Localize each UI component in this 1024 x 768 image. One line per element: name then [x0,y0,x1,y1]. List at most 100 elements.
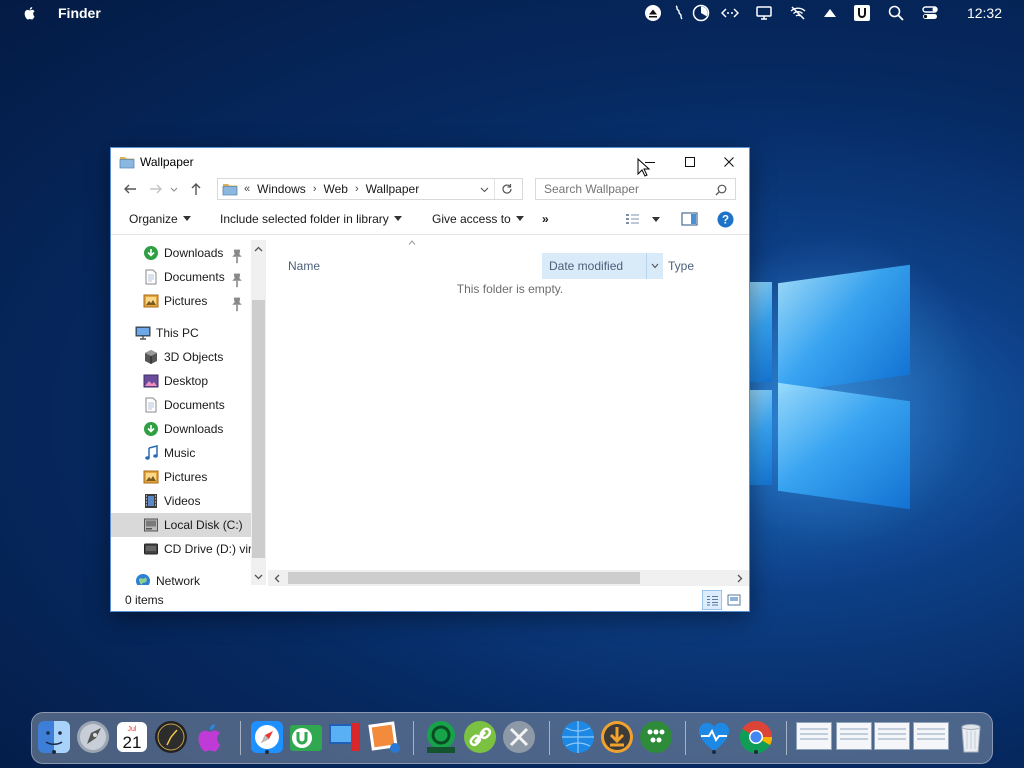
nav-downloads[interactable]: Downloads [111,417,251,441]
u-app-icon[interactable] [845,0,879,25]
wifi-off-icon[interactable] [781,0,815,25]
dock-safari[interactable] [249,719,285,755]
nav-videos[interactable]: Videos [111,489,251,513]
include-in-library-menu[interactable]: Include selected folder in library [220,212,402,226]
scroll-up-arrow-icon[interactable] [254,246,263,252]
give-access-menu[interactable]: Give access to [432,212,524,226]
pin-icon[interactable] [229,296,245,312]
address-bar[interactable]: « Windows › Web › Wallpaper [217,178,523,200]
dock-parallels[interactable] [327,719,363,755]
nav-network[interactable]: Network [111,569,251,585]
nav-quick-documents[interactable]: Documents [111,265,251,289]
recent-locations-button[interactable] [167,178,181,200]
caret-down-icon[interactable] [652,217,660,222]
menubar-clock[interactable]: 12:32 [967,0,1002,25]
breadcrumb-separator[interactable]: › [313,183,317,195]
spotlight-search-icon[interactable] [879,0,913,25]
caret-down-icon [393,216,402,221]
breadcrumb-separator[interactable]: › [355,183,359,195]
disk-usage-pie-icon[interactable] [689,0,713,25]
title-bar[interactable]: Wallpaper [111,148,749,177]
dock-launchpad[interactable] [75,719,111,755]
nav-music[interactable]: Music [111,441,251,465]
scroll-left-arrow-icon[interactable] [274,574,280,583]
dock-minimized-window[interactable] [874,722,910,750]
nav-local-disk[interactable]: Local Disk (C:) [111,513,251,537]
dock-chrome[interactable] [738,719,774,755]
forward-button[interactable] [145,178,167,200]
back-button[interactable] [119,178,141,200]
breadcrumb-overflow[interactable]: « [244,183,250,195]
utorrent-icon [290,725,322,751]
breadcrumb-wallpaper[interactable]: Wallpaper [366,182,420,196]
organize-menu[interactable]: Organize [129,212,191,226]
nav-quick-downloads[interactable]: Downloads [111,241,251,265]
dock-people-app[interactable] [638,719,674,755]
dock-minimized-window[interactable] [836,722,872,750]
preview-pane-icon[interactable] [681,212,698,226]
search-input[interactable] [544,182,714,196]
dock-minimized-window[interactable] [913,722,949,750]
display-icon[interactable] [747,0,781,25]
caret-down-icon [182,216,191,221]
nav-desktop[interactable]: Desktop [111,369,251,393]
dock-finder[interactable] [36,719,72,755]
dock-minimized-window[interactable] [796,722,832,750]
dock-health-monitor[interactable] [696,719,732,755]
refresh-icon[interactable] [501,183,513,195]
nav-quick-pictures[interactable]: Pictures [111,289,251,313]
arrow-left-icon [124,184,136,194]
horizontal-scrollbar[interactable] [268,570,749,586]
help-icon[interactable]: ? [717,211,734,228]
nav-cd-drive[interactable]: CD Drive (D:) virt [111,537,251,561]
dock-collabsync[interactable] [423,719,459,755]
dock-link-app[interactable] [462,719,498,755]
dock-trash[interactable] [953,719,989,755]
breadcrumb-windows[interactable]: Windows [257,182,306,196]
dock-clock[interactable] [153,719,189,755]
up-button[interactable] [185,178,207,200]
scroll-right-arrow-icon[interactable] [737,574,743,583]
code-arrows-icon[interactable] [713,0,747,25]
column-header-name[interactable]: Name [268,253,542,279]
dock-calendar[interactable]: Jul 21 [114,719,150,755]
view-options-icon[interactable] [625,213,643,225]
dock-downloader[interactable] [599,719,635,755]
dock-image-viewer[interactable] [366,719,402,755]
dock-utorrent[interactable] [288,719,324,755]
file-list-pane[interactable]: Name Date modified Type This folder is e… [268,240,749,586]
dock-www-browser[interactable] [560,719,596,755]
eject-icon[interactable] [639,0,667,25]
maximize-button[interactable] [670,148,710,175]
menu-extra-icon[interactable] [667,0,689,25]
dock-system-tools[interactable] [501,719,537,755]
column-header-date-modified[interactable]: Date modified [542,253,663,279]
wifi-icon[interactable] [815,0,845,25]
nav-label: Videos [164,494,201,508]
details-view-button[interactable] [702,590,722,610]
nav-documents[interactable]: Documents [111,393,251,417]
column-name-label: Name [288,259,321,273]
column-header-type[interactable]: Type [668,253,748,279]
breadcrumb-web[interactable]: Web [323,182,347,196]
nav-pictures[interactable]: Pictures [111,465,251,489]
control-center-icon[interactable] [913,0,947,25]
chevron-down-icon[interactable] [651,263,659,269]
nav-3d-objects[interactable]: 3D Objects [111,345,251,369]
more-commands-button[interactable]: » [542,212,549,226]
nav-scrollbar-thumb[interactable] [252,300,265,558]
scroll-down-arrow-icon[interactable] [254,574,263,580]
pin-icon[interactable] [229,272,245,288]
chevron-down-icon [170,187,178,192]
dock-apple-app[interactable] [192,719,228,755]
active-app-name[interactable]: Finder [58,5,101,21]
nav-this-pc[interactable]: This PC [111,321,251,345]
search-box[interactable] [535,178,736,200]
horizontal-scrollbar-thumb[interactable] [288,572,640,584]
large-icons-view-button[interactable] [725,591,743,609]
chevron-down-icon[interactable] [480,187,489,193]
pin-icon[interactable] [229,248,245,264]
nav-vertical-scrollbar[interactable] [251,240,266,585]
close-button[interactable] [709,148,749,175]
apple-logo-icon[interactable] [22,5,38,21]
